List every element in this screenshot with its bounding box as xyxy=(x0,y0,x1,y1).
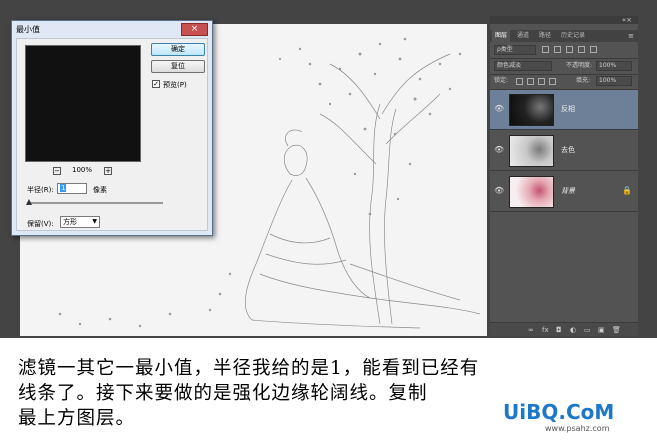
caption-line-1: 滤镜一其它一最小值，半径我给的是1，能看到已经有 xyxy=(18,358,480,379)
lock-all-icon[interactable] xyxy=(549,78,556,85)
lock-transparency-icon[interactable] xyxy=(516,78,523,85)
layers-panel: 图层 通道 路径 历史记录 ≡ ρ类型 颜色减淡 不透明度: 100% 锁定: xyxy=(490,24,638,336)
fill-label: 填充: xyxy=(576,77,591,84)
preserve-label: 保留(V): xyxy=(27,220,54,228)
panel-tabs: 图层 通道 路径 历史记录 ≡ xyxy=(490,30,638,42)
radius-slider-thumb[interactable] xyxy=(26,199,32,205)
photoshop-workspace: 最小值 × − 100% + 确定 复位 ✓ 预览(P) 半径(R): 1 像素… xyxy=(0,0,657,338)
layer-name: 背景 xyxy=(561,187,575,195)
radius-value: 1 xyxy=(60,184,67,192)
eye-icon[interactable]: 👁 xyxy=(494,145,506,155)
close-button[interactable]: × xyxy=(181,23,208,36)
layer-thumbnail xyxy=(509,176,554,208)
shape-filter-icon[interactable] xyxy=(578,46,585,53)
chevron-down-icon: ▼ xyxy=(92,218,97,225)
tab-history[interactable]: 历史记录 xyxy=(558,30,588,42)
trash-icon[interactable]: 🗑 xyxy=(612,325,621,335)
fx-icon[interactable]: fx xyxy=(542,325,549,335)
divider xyxy=(490,74,638,75)
lock-pixels-icon[interactable] xyxy=(527,78,534,85)
zoom-level: 100% xyxy=(72,166,93,174)
watermark-url: www.psahz.com xyxy=(545,424,610,433)
radius-input[interactable]: 1 xyxy=(57,183,87,194)
radius-label: 半径(R): xyxy=(27,186,54,194)
folder-icon[interactable]: ▭ xyxy=(584,325,591,335)
tab-paths[interactable]: 路径 xyxy=(536,30,554,42)
eye-icon[interactable]: 👁 xyxy=(494,104,506,114)
pixel-filter-icon[interactable] xyxy=(542,46,549,53)
filter-preview[interactable] xyxy=(25,45,141,162)
mask-icon[interactable]: ◘ xyxy=(556,325,562,335)
opacity-value: 100% xyxy=(599,62,617,69)
check-icon: ✓ xyxy=(153,80,159,88)
radius-unit: 像素 xyxy=(93,186,107,194)
smart-object-filter-icon[interactable] xyxy=(590,46,597,53)
divider xyxy=(490,58,638,59)
link-icon[interactable]: ∞ xyxy=(528,325,534,335)
blend-mode-value: 颜色减淡 xyxy=(497,62,522,69)
new-layer-icon[interactable]: ▣ xyxy=(598,325,605,335)
layers-bottom-bar: ∞ fx ◘ ◐ ▭ ▣ 🗑 xyxy=(490,322,638,336)
zoom-out-button[interactable]: − xyxy=(53,167,61,175)
layer-row-desaturate[interactable]: 👁 去色 xyxy=(490,131,638,171)
layer-row-background[interactable]: 👁 背景 🔒 xyxy=(490,172,638,212)
dialog-body: − 100% + 确定 复位 ✓ 预览(P) 半径(R): 1 像素 保留(V)… xyxy=(16,38,208,231)
lock-icon: 🔒 xyxy=(622,186,632,195)
preview-checkbox[interactable]: ✓ xyxy=(152,80,160,88)
type-filter-icon[interactable] xyxy=(566,46,573,53)
layer-filter-select[interactable]: ρ类型 xyxy=(494,45,536,55)
minimum-filter-dialog: 最小值 × − 100% + 确定 复位 ✓ 预览(P) 半径(R): 1 像素… xyxy=(11,20,213,236)
opacity-input[interactable]: 100% xyxy=(596,61,632,71)
watermark-logo: UiBQ.CoM xyxy=(503,400,615,424)
tab-channels[interactable]: 通道 xyxy=(514,30,532,42)
layer-row-invert[interactable]: 👁 反相 xyxy=(490,90,638,130)
fill-input[interactable]: 100% xyxy=(596,76,632,86)
layer-thumbnail xyxy=(509,135,554,167)
preview-label: 预览(P) xyxy=(163,81,187,89)
ok-button[interactable]: 确定 xyxy=(151,43,205,56)
zoom-in-button[interactable]: + xyxy=(104,167,112,175)
fill-value: 100% xyxy=(599,77,617,84)
layer-name: 去色 xyxy=(561,146,575,154)
eye-icon[interactable]: 👁 xyxy=(494,186,506,196)
layer-filter-value: ρ类型 xyxy=(497,46,513,53)
preserve-select[interactable]: 方形 ▼ xyxy=(60,216,100,228)
collapse-icon[interactable]: «× xyxy=(622,16,632,24)
preserve-value: 方形 xyxy=(63,218,77,226)
panel-menu-icon[interactable]: ≡ xyxy=(628,30,634,42)
dialog-title: 最小值 xyxy=(16,25,40,34)
reset-button[interactable]: 复位 xyxy=(151,60,205,73)
adjustment-filter-icon[interactable] xyxy=(554,46,561,53)
lock-label: 锁定: xyxy=(494,77,509,84)
layer-thumbnail xyxy=(509,94,554,126)
lock-position-icon[interactable] xyxy=(538,78,545,85)
radius-slider[interactable] xyxy=(27,202,163,204)
tab-layers[interactable]: 图层 xyxy=(492,30,511,42)
panel-dock-strip: «× xyxy=(490,16,638,24)
blend-mode-select[interactable]: 颜色减淡 xyxy=(494,61,552,71)
layer-name: 反相 xyxy=(561,105,575,113)
opacity-label: 不透明度: xyxy=(566,62,593,69)
adjustment-icon[interactable]: ◐ xyxy=(570,325,576,335)
